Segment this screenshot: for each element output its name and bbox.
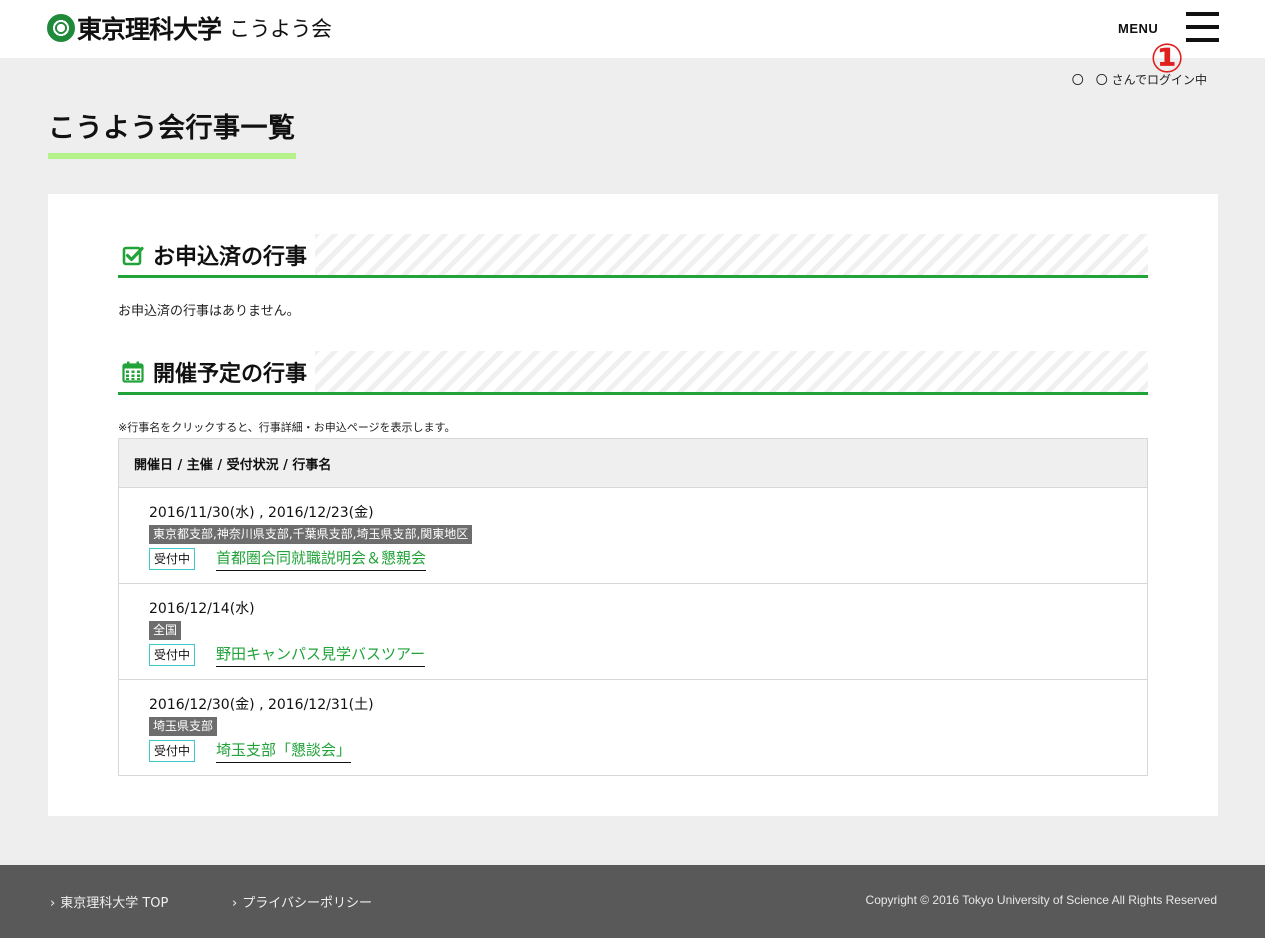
event-host-tag: 全国 — [149, 621, 182, 640]
hamburger-icon[interactable] — [1186, 12, 1219, 42]
footer-link-top-label: 東京理科大学 TOP — [60, 896, 169, 911]
page-title: こうよう会行事一覧 — [48, 106, 296, 159]
applied-empty-message: お申込済の行事はありません。 — [118, 304, 300, 319]
table-row: 2016/12/14(水) 全国 受付中 野田キャンパス見学バスツアー — [119, 584, 1147, 680]
footer-link-privacy-label: プライバシーポリシー — [242, 896, 372, 911]
copyright-text: Copyright © 2016 Tokyo University of Sci… — [865, 893, 1217, 907]
chevron-right-icon: › — [50, 896, 56, 911]
login-status: 〇 〇 さんでログイン中 — [1071, 73, 1207, 87]
event-date: 2016/11/30(水) , 2016/12/23(金) — [149, 505, 374, 521]
site-header: 東京理科大学 こうよう会 MENU — [0, 0, 1265, 58]
table-row: 2016/11/30(水) , 2016/12/23(金) 東京都支部,神奈川県… — [119, 488, 1147, 584]
site-logo[interactable]: 東京理科大学 こうよう会 — [47, 12, 332, 44]
menu-label[interactable]: MENU — [1118, 21, 1158, 36]
logo-association-name: こうよう会 — [229, 17, 332, 41]
event-host-tag: 埼玉県支部 — [149, 717, 218, 736]
logo-university-name: 東京理科大学 — [77, 15, 222, 44]
event-date: 2016/12/30(金) , 2016/12/31(土) — [149, 697, 374, 713]
upcoming-section-header: 開催予定の行事 — [118, 351, 1148, 395]
upcoming-section-title: 開催予定の行事 — [153, 361, 308, 387]
event-name-link[interactable]: 首都圏合同就職説明会＆懇親会 — [216, 548, 427, 571]
applied-section-title: お申込済の行事 — [153, 244, 308, 270]
events-table: 開催日 / 主催 / 受付状況 / 行事名 2016/11/30(水) , 20… — [118, 438, 1148, 776]
upcoming-note: ※行事名をクリックすると、行事詳細・お申込ページを表示します。 — [118, 421, 456, 434]
status-badge: 受付中 — [149, 548, 196, 570]
table-header: 開催日 / 主催 / 受付状況 / 行事名 — [119, 439, 1147, 488]
table-row: 2016/12/30(金) , 2016/12/31(土) 埼玉県支部 受付中 … — [119, 680, 1147, 775]
event-host-tag: 東京都支部,神奈川県支部,千葉県支部,埼玉県支部,関東地区 — [149, 525, 473, 544]
university-seal-icon — [47, 14, 75, 42]
status-badge: 受付中 — [149, 740, 196, 762]
status-badge: 受付中 — [149, 644, 196, 666]
footer-link-top[interactable]: › 東京理科大学 TOP — [50, 892, 168, 911]
footer-link-privacy[interactable]: › プライバシーポリシー — [232, 892, 372, 911]
site-footer: › 東京理科大学 TOP › プライバシーポリシー Copyright © 2016… — [0, 865, 1265, 938]
event-date: 2016/12/14(水) — [149, 601, 255, 617]
applied-section-header: お申込済の行事 — [118, 234, 1148, 278]
chevron-right-icon: › — [232, 896, 238, 911]
main-card: お申込済の行事 お申込済の行事はありません。 開催予定の行事 ※行事名をクリック… — [48, 194, 1218, 816]
check-square-icon — [122, 246, 144, 265]
event-name-link[interactable]: 埼玉支部「懇談会」 — [216, 740, 352, 763]
calendar-icon — [122, 361, 144, 383]
event-name-link[interactable]: 野田キャンパス見学バスツアー — [216, 644, 426, 667]
